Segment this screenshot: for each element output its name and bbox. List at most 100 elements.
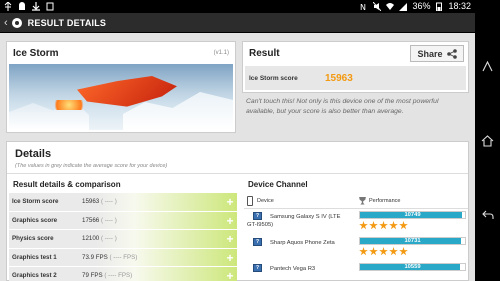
app-icon <box>46 2 54 11</box>
detail-row[interactable]: Graphics score 17566 ( ---- ) + <box>9 211 237 230</box>
navigation-bar <box>475 0 500 281</box>
score-value: 15963 <box>325 72 353 84</box>
expand-plus-icon[interactable]: + <box>225 215 235 227</box>
star-icon <box>369 247 378 256</box>
score-row: Ice Storm score 15963 <box>245 66 466 90</box>
back-chevron-icon[interactable]: ‹ <box>4 17 8 29</box>
device-name-cont: GT-I9505) <box>247 222 274 228</box>
usb-icon <box>4 2 12 11</box>
home-icon[interactable] <box>481 134 494 147</box>
expand-plus-icon[interactable]: + <box>225 270 235 281</box>
svg-text:N: N <box>360 3 366 11</box>
detail-average: ( ---- ) <box>100 198 117 206</box>
mute-icon <box>373 2 382 11</box>
detail-label: Graphics score <box>12 216 58 224</box>
performance-column-label: Performance <box>369 197 401 204</box>
wifi-icon <box>386 3 395 10</box>
detail-value: 15963 <box>82 198 100 206</box>
star-icon <box>379 247 388 256</box>
device-name: Sharp Aquos Phone Zeta <box>270 240 335 246</box>
detail-value: 17566 <box>82 216 100 224</box>
device-name: Pantech Vega R3 <box>270 266 316 272</box>
detail-row[interactable]: Graphics test 2 79 FPS ( ---- FPS) + <box>9 267 237 281</box>
trophy-icon <box>359 196 366 205</box>
app-window: ‹ RESULT DETAILS Ice Storm (v1.1) Result… <box>0 13 475 281</box>
nfc-icon: N <box>360 3 366 11</box>
device-row[interactable]: ? Pantech Vega R3 10559 <box>244 261 468 281</box>
detail-value: 79 FPS <box>82 272 103 280</box>
expand-plus-icon[interactable]: + <box>225 196 235 208</box>
expand-plus-icon[interactable]: + <box>225 233 235 245</box>
performance-bar: 10749 <box>359 211 466 219</box>
divider <box>7 173 468 174</box>
performance-score: 10559 <box>404 264 421 270</box>
test-hero-image <box>9 64 233 130</box>
star-icon <box>359 221 368 230</box>
test-panel: Ice Storm (v1.1) <box>6 41 236 133</box>
page-title: RESULT DETAILS <box>27 17 107 28</box>
device-name: Samsung Galaxy S IV (LTE <box>270 214 341 220</box>
detail-label: Graphics test 2 <box>12 272 57 280</box>
result-title: Result <box>249 48 280 59</box>
performance-bar: 10559 <box>359 263 466 271</box>
battery-percent: 36% <box>412 1 431 11</box>
star-rating <box>359 247 408 256</box>
detail-row[interactable]: Graphics test 1 73.9 FPS ( ---- FPS) + <box>9 248 237 267</box>
details-panel: Details (The values in grey indicate the… <box>6 141 469 281</box>
detail-average: ( ---- ) <box>100 235 117 243</box>
performance-score: 10731 <box>404 238 421 244</box>
result-box: Result Share Ice Storm score 15963 <box>242 41 469 93</box>
device-channel-header: Device Channel <box>248 180 308 189</box>
star-icon <box>399 221 408 230</box>
action-bar: ‹ RESULT DETAILS <box>0 13 475 33</box>
star-icon <box>379 221 388 230</box>
detail-average: ( ---- FPS) <box>104 272 133 280</box>
star-icon <box>369 221 378 230</box>
star-icon <box>389 221 398 230</box>
detail-row[interactable]: Ice Storm score 15963 ( ---- ) + <box>9 193 237 212</box>
device-column-label: Device <box>257 197 274 204</box>
device-icon: ? <box>253 238 262 246</box>
detail-label: Physics score <box>12 235 54 243</box>
result-panel: Result Share Ice Storm score 15963 Can't… <box>242 41 469 133</box>
clock: 18:32 <box>448 1 471 11</box>
comparison-column: Result details & comparison Ice Storm sc… <box>9 176 237 281</box>
status-bar: N 36% 18:32 <box>0 0 475 13</box>
device-row[interactable]: ? Sharp Aquos Phone Zeta 10731 <box>244 235 468 261</box>
phone-icon <box>247 195 253 206</box>
details-subtitle: (The values in grey indicate the average… <box>15 163 168 169</box>
result-message: Can't touch this! Not only is this devic… <box>246 98 439 115</box>
test-version: (v1.1) <box>213 50 229 56</box>
detail-label: Ice Storm score <box>12 198 59 206</box>
share-button[interactable]: Share <box>410 45 464 62</box>
star-icon <box>389 247 398 256</box>
app-logo-icon[interactable] <box>11 17 22 28</box>
detail-average: ( ---- FPS) <box>109 253 138 261</box>
download-icon <box>32 2 40 11</box>
score-label: Ice Storm score <box>249 74 298 82</box>
performance-score: 10749 <box>404 212 421 218</box>
performance-bar: 10731 <box>359 237 466 245</box>
share-icon <box>446 48 457 59</box>
detail-average: ( ---- ) <box>100 216 117 224</box>
detail-value: 73.9 FPS <box>82 253 108 261</box>
test-name: Ice Storm <box>13 47 59 59</box>
recent-apps-icon[interactable] <box>481 60 494 73</box>
details-title: Details <box>15 148 52 160</box>
device-row[interactable]: ? Samsung Galaxy S IV (LTE GT-I9505) 107… <box>244 209 468 235</box>
star-icon <box>359 247 368 256</box>
battery-icon <box>436 2 443 11</box>
android-debug-icon <box>19 2 25 10</box>
device-icon: ? <box>253 264 262 272</box>
device-table-header: Device Performance <box>244 193 468 209</box>
detail-label: Graphics test 1 <box>12 253 57 261</box>
star-icon <box>399 247 408 256</box>
expand-plus-icon[interactable]: + <box>225 252 235 264</box>
comparison-header: Result details & comparison <box>13 180 121 189</box>
detail-value: 12100 <box>82 235 100 243</box>
signal-icon <box>399 3 408 11</box>
device-channel-column: Device Channel Device Performance ? Sams… <box>244 176 468 281</box>
back-icon[interactable] <box>481 208 494 221</box>
share-label: Share <box>417 48 443 59</box>
detail-row[interactable]: Physics score 12100 ( ---- ) + <box>9 230 237 249</box>
